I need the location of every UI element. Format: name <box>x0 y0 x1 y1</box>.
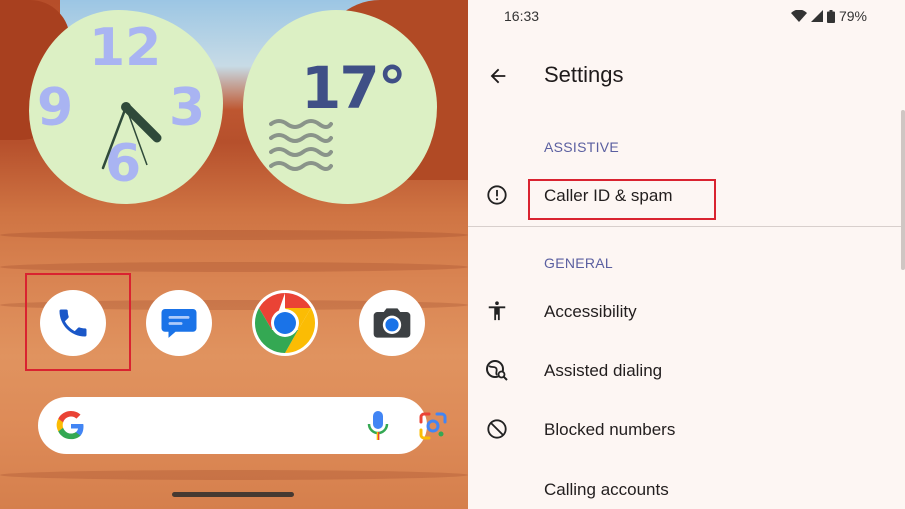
section-header-assistive: ASSISTIVE <box>544 139 620 155</box>
camera-app-icon[interactable] <box>359 290 425 356</box>
weather-temperature: 17° <box>301 54 407 122</box>
battery-icon <box>826 9 835 23</box>
settings-item-calling-accounts[interactable]: Calling accounts <box>544 480 669 500</box>
haze-icon <box>269 119 333 171</box>
clock-hands <box>101 102 162 170</box>
mic-icon[interactable] <box>366 410 390 442</box>
wallpaper-stratum <box>0 470 468 480</box>
settings-item-blocked-numbers[interactable]: Blocked numbers <box>544 420 675 440</box>
globe-search-icon <box>484 357 510 383</box>
back-button[interactable] <box>484 62 512 90</box>
gesture-nav-handle[interactable] <box>172 492 294 497</box>
settings-screen: 16:33 79% Settings ASSISTIVE Caller ID &… <box>468 0 905 509</box>
settings-item-accessibility[interactable]: Accessibility <box>544 302 637 322</box>
caller-id-highlight-box <box>528 179 716 220</box>
weather-widget[interactable]: 17° <box>243 10 437 204</box>
battery-percentage: 79% <box>838 8 867 24</box>
block-icon <box>484 416 510 442</box>
chrome-app-icon[interactable] <box>252 290 318 356</box>
google-search-bar[interactable] <box>38 397 447 454</box>
wallpaper-stratum <box>0 230 468 240</box>
camera-icon <box>373 308 411 338</box>
lens-icon[interactable] <box>418 411 448 441</box>
wifi-icon <box>790 10 807 22</box>
google-g-icon <box>56 411 84 440</box>
alert-circle-icon <box>484 182 510 208</box>
scrollbar[interactable] <box>901 110 905 270</box>
status-time: 16:33 <box>504 8 540 24</box>
clock-widget[interactable]: 12 9 3 6 <box>29 10 223 204</box>
messages-app-icon[interactable] <box>146 290 212 356</box>
settings-item-assisted-dialing[interactable]: Assisted dialing <box>544 361 662 381</box>
arrow-back-icon <box>490 68 506 84</box>
chrome-icon <box>252 290 318 356</box>
wallpaper-stratum <box>0 262 468 272</box>
messages-icon <box>161 309 197 338</box>
home-screen: 12 9 3 6 17° <box>0 0 468 509</box>
accessibility-icon <box>484 298 510 324</box>
section-divider <box>468 226 905 227</box>
signal-icon <box>810 10 823 22</box>
section-header-general: GENERAL <box>544 255 614 271</box>
page-title: Settings <box>544 62 624 87</box>
phone-highlight-box <box>25 273 131 371</box>
status-icons: 79% <box>790 8 867 24</box>
